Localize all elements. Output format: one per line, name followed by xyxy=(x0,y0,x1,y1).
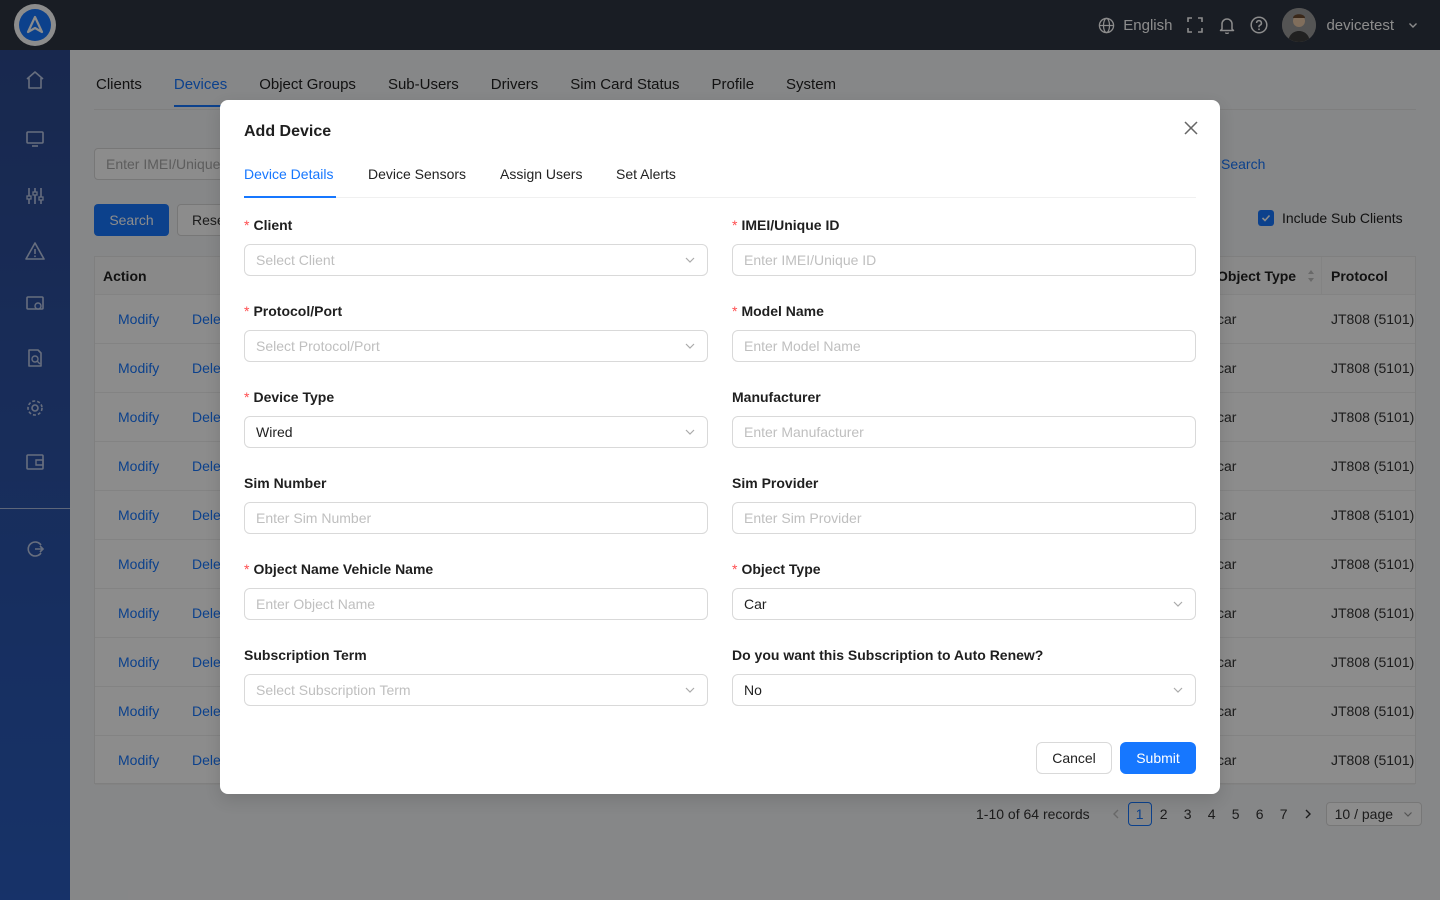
client-select[interactable]: Select Client xyxy=(244,244,708,276)
object-type-value: Car xyxy=(744,596,767,612)
chevron-down-icon xyxy=(684,254,696,266)
object-name-label: * Object Name Vehicle Name xyxy=(244,561,434,577)
client-label: * Client xyxy=(244,217,293,233)
model-name-label: * Model Name xyxy=(732,303,824,319)
imei-input[interactable] xyxy=(732,244,1196,276)
device-type-value: Wired xyxy=(256,424,293,440)
protocol-label: * Protocol/Port xyxy=(244,303,343,319)
tab-device-details[interactable]: Device Details xyxy=(244,166,336,198)
add-device-modal: Add Device Device Details Device Sensors… xyxy=(220,100,1220,794)
manufacturer-input[interactable] xyxy=(732,416,1196,448)
tab-assign-users[interactable]: Assign Users xyxy=(500,166,582,198)
protocol-placeholder: Select Protocol/Port xyxy=(256,338,380,354)
device-type-select[interactable]: Wired xyxy=(244,416,708,448)
auto-renew-select[interactable]: No xyxy=(732,674,1196,706)
chevron-down-icon xyxy=(684,426,696,438)
object-type-label: * Object Type xyxy=(732,561,821,577)
protocol-select[interactable]: Select Protocol/Port xyxy=(244,330,708,362)
sim-number-input[interactable] xyxy=(244,502,708,534)
device-type-label: * Device Type xyxy=(244,389,335,405)
sim-provider-input[interactable] xyxy=(732,502,1196,534)
subscription-term-placeholder: Select Subscription Term xyxy=(256,682,411,698)
subscription-term-label: Subscription Term xyxy=(244,647,367,663)
close-icon[interactable] xyxy=(1182,119,1200,137)
chevron-down-icon xyxy=(1172,684,1184,696)
manufacturer-label: Manufacturer xyxy=(732,389,821,405)
sim-provider-label: Sim Provider xyxy=(732,475,819,491)
sim-number-label: Sim Number xyxy=(244,475,327,491)
subscription-term-select[interactable]: Select Subscription Term xyxy=(244,674,708,706)
auto-renew-value: No xyxy=(744,682,762,698)
client-placeholder: Select Client xyxy=(256,252,335,268)
chevron-down-icon xyxy=(1172,598,1184,610)
tab-device-sensors[interactable]: Device Sensors xyxy=(368,166,466,198)
modal-title: Add Device xyxy=(244,123,332,140)
object-name-input[interactable] xyxy=(244,588,708,620)
chevron-down-icon xyxy=(684,340,696,352)
chevron-down-icon xyxy=(684,684,696,696)
tab-set-alerts[interactable]: Set Alerts xyxy=(616,166,676,198)
model-name-input[interactable] xyxy=(732,330,1196,362)
modal-tabs: Device Details Device Sensors Assign Use… xyxy=(244,166,1196,198)
object-type-select[interactable]: Car xyxy=(732,588,1196,620)
cancel-button[interactable]: Cancel xyxy=(1036,742,1112,774)
submit-button[interactable]: Submit xyxy=(1120,742,1196,774)
auto-renew-label: Do you want this Subscription to Auto Re… xyxy=(732,647,1044,663)
imei-label: * IMEI/Unique ID xyxy=(732,217,840,233)
